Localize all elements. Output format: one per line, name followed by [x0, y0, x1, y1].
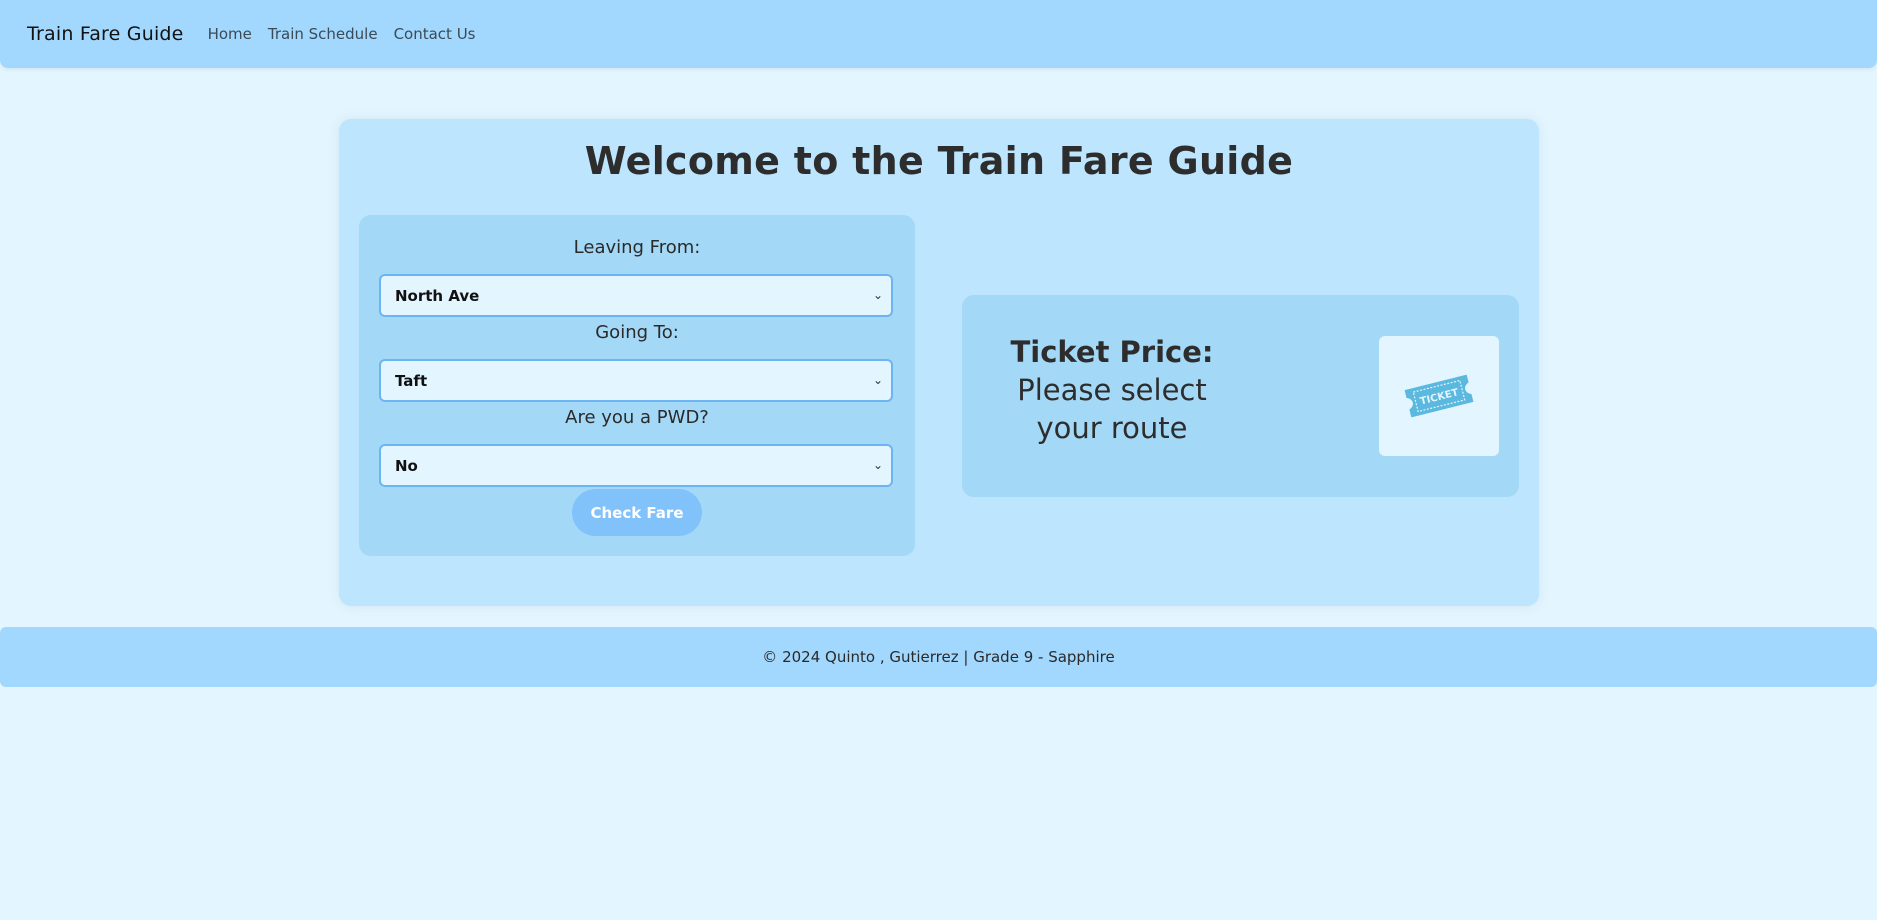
page-title: Welcome to the Train Fare Guide: [584, 139, 1294, 183]
chevron-down-icon: ⌄: [872, 458, 883, 472]
main-card: Welcome to the Train Fare Guide Leaving …: [339, 119, 1539, 606]
ticket-price-panel: Ticket Price: Please select your route T…: [962, 295, 1519, 497]
footer-text: © 2024 Quinto , Gutierrez | Grade 9 - Sa…: [762, 648, 1115, 666]
footer: © 2024 Quinto , Gutierrez | Grade 9 - Sa…: [0, 627, 1877, 687]
ticket-image: TICKET: [1379, 336, 1499, 456]
nav-link-home[interactable]: Home: [208, 25, 252, 43]
ticket-price-label: Ticket Price:: [1010, 335, 1214, 369]
going-to-select[interactable]: Taft ⌄: [379, 359, 893, 402]
ticket-icon: TICKET: [1404, 374, 1474, 418]
brand-link[interactable]: Train Fare Guide: [27, 23, 184, 45]
navbar: Train Fare Guide Home Train Schedule Con…: [0, 0, 1877, 68]
leaving-from-value: North Ave: [395, 286, 480, 305]
nav-link-train-schedule[interactable]: Train Schedule: [268, 25, 378, 43]
check-fare-button[interactable]: Check Fare: [572, 489, 702, 536]
pwd-value: No: [395, 456, 418, 475]
leaving-from-select[interactable]: North Ave ⌄: [379, 274, 893, 317]
chevron-down-icon: ⌄: [872, 288, 883, 302]
nav-link-contact-us[interactable]: Contact Us: [394, 25, 476, 43]
fare-form: Leaving From: North Ave ⌄ Going To: Taft…: [359, 215, 915, 556]
going-to-label: Going To:: [595, 322, 679, 343]
leaving-from-label: Leaving From:: [573, 237, 701, 258]
chevron-down-icon: ⌄: [872, 373, 883, 387]
going-to-value: Taft: [395, 371, 428, 390]
ticket-price-text: Ticket Price: Please select your route: [1002, 333, 1222, 447]
nav-links: Home Train Schedule Contact Us: [208, 25, 476, 43]
pwd-label: Are you a PWD?: [565, 407, 709, 428]
pwd-select[interactable]: No ⌄: [379, 444, 893, 487]
ticket-price-value: Please select your route: [1017, 373, 1207, 445]
